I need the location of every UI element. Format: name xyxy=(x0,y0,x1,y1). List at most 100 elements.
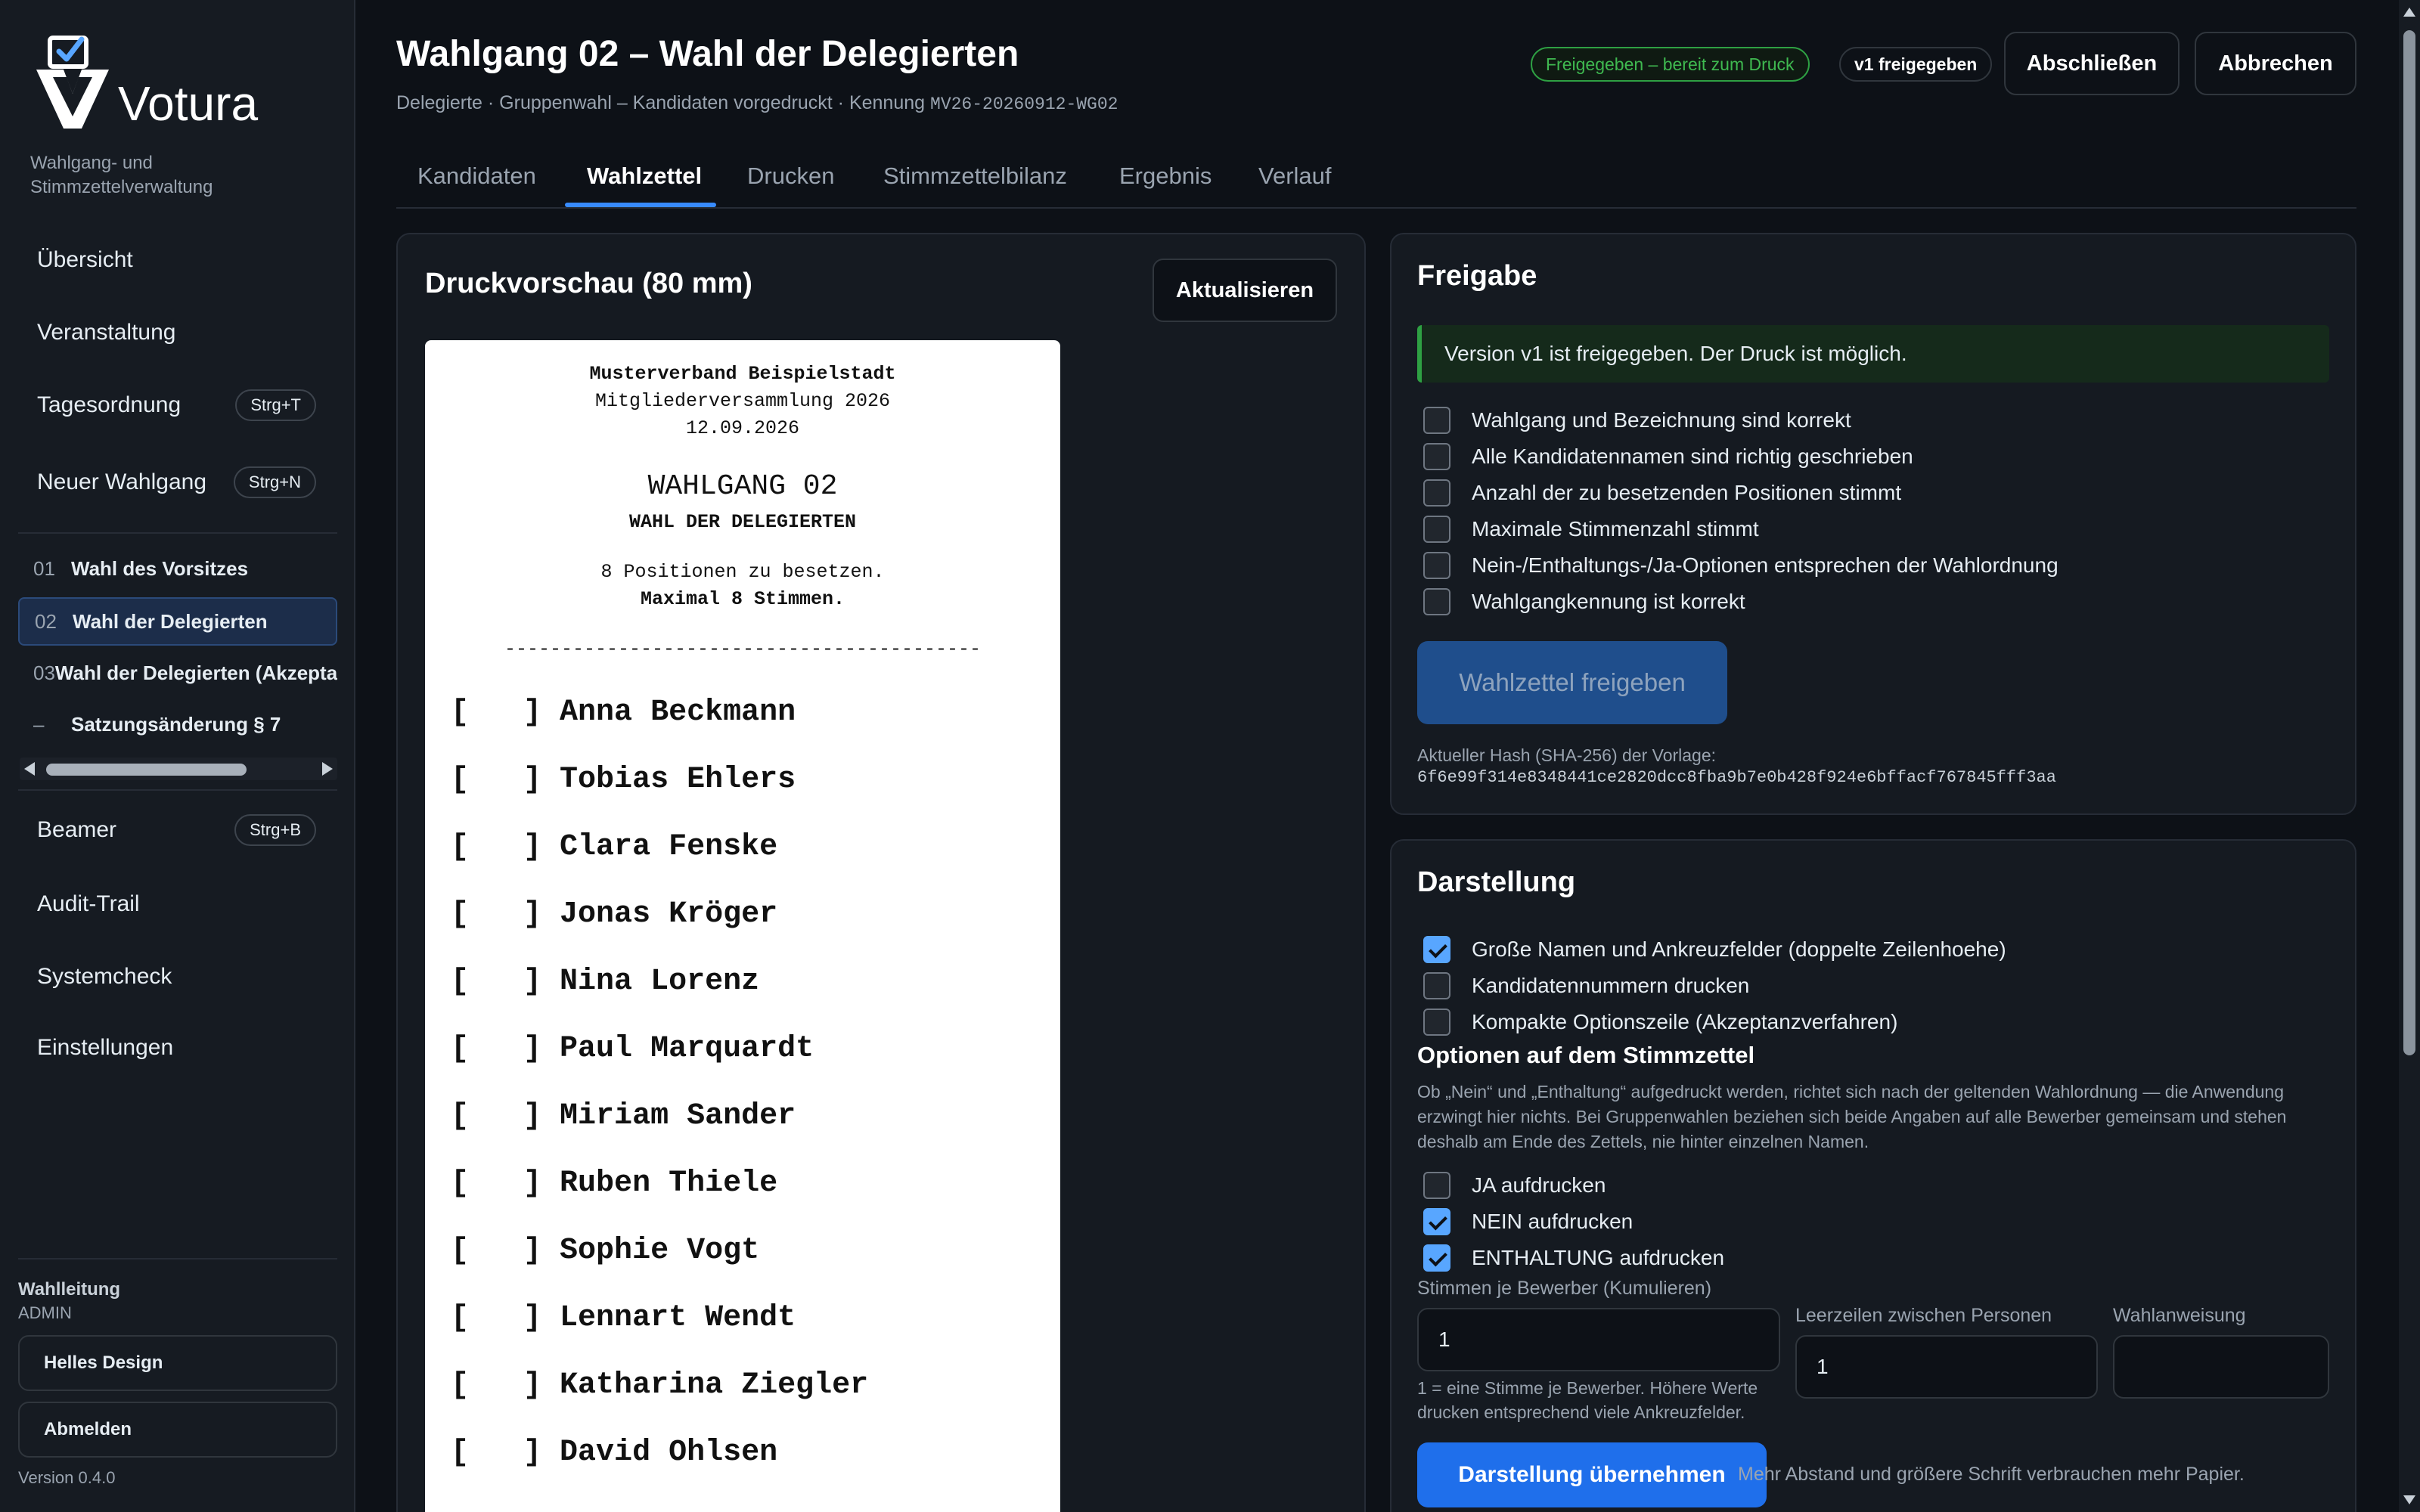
scroll-right-icon[interactable] xyxy=(322,762,333,776)
tab-bar: Kandidaten Wahlzettel Drucken Stimmzette… xyxy=(396,144,2356,209)
nav-settings[interactable]: Einstellungen xyxy=(18,1018,337,1078)
finish-button[interactable]: Abschließen xyxy=(2004,32,2180,95)
ballot-checkbox: [ ] xyxy=(451,1368,542,1402)
ballot-checkbox: [ ] xyxy=(451,1301,542,1335)
ballot-name: WAHL DER DELEGIERTEN xyxy=(628,511,857,533)
candidate-line: [ ] Ruben Thiele xyxy=(451,1167,778,1201)
ballot-event: Mitgliederversammlung 2026 xyxy=(594,390,891,412)
checkbox[interactable] xyxy=(1423,443,1450,470)
cancel-button[interactable]: Abbrechen xyxy=(2195,32,2356,95)
tab-ballot-balance[interactable]: Stimmzettelbilanz xyxy=(883,144,1067,209)
ballot-checkbox: [ ] xyxy=(451,965,542,999)
nav-system-check[interactable]: Systemcheck xyxy=(18,947,337,1007)
nav-agenda[interactable]: Tagesordnung Strg+T xyxy=(18,375,337,435)
option-candidate-numbers[interactable]: Kandidatennummern drucken xyxy=(1423,971,1749,1001)
scroll-down-icon[interactable] xyxy=(2403,1495,2415,1504)
votes-per-candidate-input[interactable]: 1 xyxy=(1417,1308,1780,1371)
release-title: Freigabe xyxy=(1417,260,1537,292)
ballot-item-02[interactable]: 02 Wahl der Delegierten xyxy=(18,597,337,646)
check-candidate-names[interactable]: Alle Kandidatennamen sind richtig geschr… xyxy=(1423,442,1913,472)
ballot-org: Musterverband Beispielstadt xyxy=(589,363,896,385)
option-print-no[interactable]: NEIN aufdrucken xyxy=(1423,1207,1633,1237)
ballot-checkbox: [ ] xyxy=(451,1167,542,1201)
nav-audit-trail[interactable]: Audit-Trail xyxy=(18,874,337,934)
scrollbar-thumb[interactable] xyxy=(2403,30,2415,1055)
ballot-checkbox: [ ] xyxy=(451,897,542,931)
scroll-up-icon[interactable] xyxy=(2403,8,2415,17)
status-badge: Freigegeben – bereit zum Druck xyxy=(1531,47,1810,82)
tab-history[interactable]: Verlauf xyxy=(1258,144,1332,209)
checkbox-checked[interactable] xyxy=(1423,1208,1450,1235)
nav-beamer[interactable]: Beamer Strg+B xyxy=(18,800,337,860)
nav-new-ballot[interactable]: Neuer Wahlgang Strg+N xyxy=(18,452,337,513)
candidate-line: [ ] Miriam Sander xyxy=(451,1099,796,1133)
hash-label: Aktueller Hash (SHA-256) der Vorlage: xyxy=(1417,745,1717,765)
refresh-button[interactable]: Aktualisieren xyxy=(1153,259,1337,322)
checkbox[interactable] xyxy=(1423,1009,1450,1036)
version-badge: v1 freigegeben xyxy=(1839,47,1993,82)
apply-display-button[interactable]: Darstellung übernehmen xyxy=(1417,1442,1767,1507)
checkbox[interactable] xyxy=(1423,552,1450,579)
nav-event[interactable]: Veranstaltung xyxy=(18,302,337,363)
check-max-votes[interactable]: Maximale Stimmenzahl stimmt xyxy=(1423,514,1759,544)
app-version: Version 0.4.0 xyxy=(18,1468,116,1487)
ballot-item-bylaw[interactable]: – Satzungsänderung § 7 xyxy=(18,702,337,747)
checkbox[interactable] xyxy=(1423,479,1450,507)
display-title: Darstellung xyxy=(1417,866,1576,898)
candidate-line: [ ] Tobias Ehlers xyxy=(451,763,796,797)
option-compact-row[interactable]: Kompakte Optionszeile (Akzeptanzverfahre… xyxy=(1423,1007,1897,1037)
ballot-paper-preview: Musterverband Beispielstadt Mitgliederve… xyxy=(425,340,1060,1512)
check-ballot-name[interactable]: Wahlgang und Bezeichnung sind korrekt xyxy=(1423,405,1851,435)
page-scrollbar[interactable] xyxy=(2399,0,2420,1512)
app-name: Votura xyxy=(118,76,259,131)
scroll-left-icon[interactable] xyxy=(24,762,35,776)
ballot-positions: 8 Positionen zu besetzen. xyxy=(600,561,885,583)
scrollbar-thumb[interactable] xyxy=(46,764,247,776)
checkbox-checked[interactable] xyxy=(1423,936,1450,963)
check-position-count[interactable]: Anzahl der zu besetzenden Positionen sti… xyxy=(1423,478,1901,508)
tab-candidates[interactable]: Kandidaten xyxy=(417,144,536,209)
logout-button[interactable]: Abmelden xyxy=(18,1402,337,1458)
ballot-item-03[interactable]: 03Wahl der Delegierten (Akzeptanzverfahr… xyxy=(18,650,337,696)
check-ballot-code[interactable]: Wahlgangkennung ist korrekt xyxy=(1423,587,1745,617)
ballot-checkbox: [ ] xyxy=(451,696,542,730)
instruction-label: Wahlanweisung xyxy=(2113,1305,2246,1326)
candidate-line: [ ] Jonas Kröger xyxy=(451,897,778,931)
votes-per-candidate-label: Stimmen je Bewerber (Kumulieren) xyxy=(1417,1278,1712,1299)
shortcut-badge: Strg+B xyxy=(234,814,316,846)
tab-ballot[interactable]: Wahlzettel xyxy=(587,144,702,209)
ballot-checkbox: [ ] xyxy=(451,763,542,797)
ballot-item-01[interactable]: 01 Wahl des Vorsitzes xyxy=(18,546,337,591)
nav-overview[interactable]: Übersicht xyxy=(18,230,337,290)
checkbox[interactable] xyxy=(1423,407,1450,434)
active-tab-indicator xyxy=(565,203,716,207)
ballot-options-title: Optionen auf dem Stimmzettel xyxy=(1417,1042,1755,1068)
checkbox[interactable] xyxy=(1423,588,1450,615)
instruction-input[interactable] xyxy=(2113,1335,2329,1399)
ballot-checkbox: [ ] xyxy=(451,1099,542,1133)
candidate-line: [ ] David Ohlsen xyxy=(451,1436,778,1470)
tab-print[interactable]: Drucken xyxy=(747,144,834,209)
ballot-list-scrollbar[interactable] xyxy=(20,758,337,780)
release-ballot-button[interactable]: Wahlzettel freigeben xyxy=(1417,641,1727,724)
checkbox[interactable] xyxy=(1423,516,1450,543)
checkbox-checked[interactable] xyxy=(1423,1244,1450,1272)
ballot-date: 12.09.2026 xyxy=(685,417,800,439)
candidate-line: [ ] Katharina Ziegler xyxy=(451,1368,869,1402)
user-role: Wahlleitung xyxy=(18,1279,121,1300)
blank-lines-input[interactable]: 1 xyxy=(1795,1335,2098,1399)
page-title: Wahlgang 02 – Wahl der Delegierten xyxy=(396,34,1019,74)
checkbox[interactable] xyxy=(1423,1172,1450,1199)
candidate-line: [ ] Nina Lorenz xyxy=(451,965,760,999)
checkbox[interactable] xyxy=(1423,972,1450,999)
votes-hint: 1 = eine Stimme je Bewerber. Höhere Wert… xyxy=(1417,1378,1758,1422)
preview-title: Druckvorschau (80 mm) xyxy=(425,268,752,299)
ballot-max-votes: Maximal 8 Stimmen. xyxy=(640,588,845,610)
light-theme-button[interactable]: Helles Design xyxy=(18,1335,337,1391)
check-vote-options[interactable]: Nein-/Enthaltungs-/Ja-Optionen entsprech… xyxy=(1423,550,2059,581)
tab-result[interactable]: Ergebnis xyxy=(1119,144,1212,209)
sidebar: Votura Wahlgang- und Stimmzettelverwaltu… xyxy=(0,0,355,1512)
option-print-abstain[interactable]: ENTHALTUNG aufdrucken xyxy=(1423,1243,1724,1273)
option-large-names[interactable]: Große Namen und Ankreuzfelder (doppelte … xyxy=(1423,934,2006,965)
option-print-yes[interactable]: JA aufdrucken xyxy=(1423,1170,1606,1201)
